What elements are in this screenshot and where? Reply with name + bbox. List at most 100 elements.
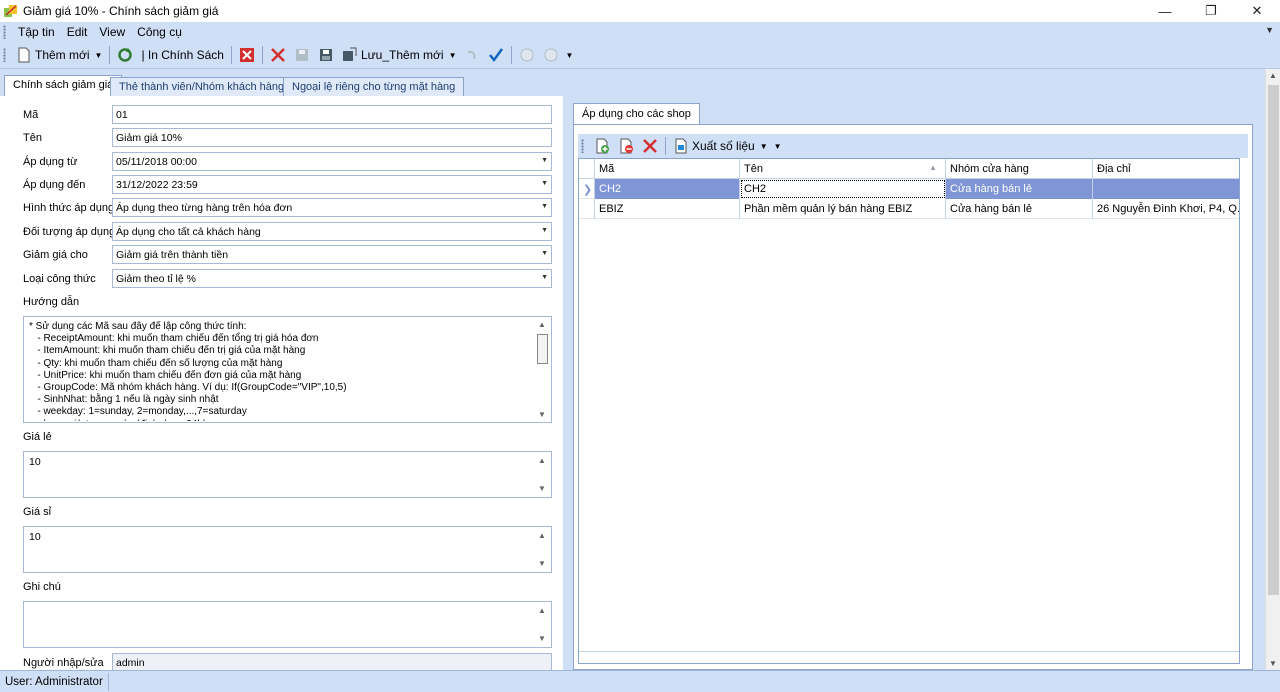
ap-dung-den-picker[interactable]: 31/12/2022 23:59 ▼ — [112, 175, 552, 194]
chevron-down-icon[interactable]: ▼ — [541, 274, 548, 281]
new-button[interactable]: Thêm mới ▼ — [12, 44, 106, 66]
menu-view[interactable]: View — [93, 25, 131, 39]
menu-tap-tin[interactable]: Tập tin — [12, 25, 61, 39]
cell-nhom[interactable]: Cửa hàng bán lẻ — [946, 179, 1093, 199]
minimize-button[interactable]: — — [1142, 0, 1188, 22]
export-button[interactable]: Xuất số liệu ▼ — [669, 135, 772, 157]
scroll-down-icon[interactable]: ▼ — [538, 410, 546, 419]
chevron-down-icon[interactable]: ▼ — [541, 157, 548, 164]
gia-si-scrollbar[interactable]: ▲ ▼ — [534, 527, 551, 572]
chevron-down-icon[interactable]: ▼ — [541, 250, 548, 257]
grid-toolbar-overflow-icon[interactable]: ▼ — [774, 142, 782, 151]
scroll-up-icon[interactable]: ▲ — [538, 456, 546, 465]
status-user: User: Administrator — [0, 672, 109, 691]
save-button[interactable] — [290, 44, 314, 66]
menu-bar: Tập tin Edit View Công cụ ▼ — [0, 22, 1280, 42]
doi-tuong-label: Đối tượng áp dụng — [23, 226, 116, 238]
chevron-down-icon[interactable]: ▼ — [541, 227, 548, 234]
cell-nhom[interactable]: Cửa hàng bán lẻ — [946, 199, 1093, 219]
cell-dia-chi[interactable]: 26 Nguyễn Đình Khơi, P4, Q.... — [1093, 199, 1239, 219]
column-header-ma[interactable]: Mã — [595, 159, 740, 179]
next-button[interactable] — [539, 44, 563, 66]
save-close-button[interactable] — [314, 44, 338, 66]
tab-ngoai-le[interactable]: Ngoại lệ riêng cho từng mặt hàng — [283, 77, 465, 96]
menu-grip[interactable] — [3, 25, 6, 39]
policy-form: Mã 01 Tên Giảm giá 10% Áp dụng từ 05/11/… — [0, 96, 563, 672]
ghi-chu-textarea[interactable]: ▲ ▼ — [23, 601, 552, 648]
undo-button[interactable] — [460, 44, 484, 66]
tab-chinh-sach[interactable]: Chính sách giảm giá — [4, 75, 123, 97]
giam-gia-cho-value: Giảm giá trên thành tiền — [116, 249, 229, 261]
new-dropdown-icon[interactable]: ▼ — [95, 51, 103, 60]
close-box-icon — [239, 48, 254, 62]
gia-le-textarea[interactable]: 10 ▲ ▼ — [23, 451, 552, 498]
restore-button[interactable]: ❐ — [1188, 0, 1234, 22]
ghi-chu-scrollbar[interactable]: ▲ ▼ — [534, 602, 551, 647]
scroll-up-icon[interactable]: ▲ — [538, 606, 546, 615]
gia-si-textarea[interactable]: 10 ▲ ▼ — [23, 526, 552, 573]
column-header-nhom[interactable]: Nhóm cửa hàng — [946, 159, 1093, 179]
hinh-thuc-select[interactable]: Áp dụng theo từng hàng trên hóa đơn ▼ — [112, 198, 552, 217]
toolbar-grip[interactable] — [3, 48, 6, 62]
giam-gia-cho-select[interactable]: Giảm giá trên thành tiền ▼ — [112, 245, 552, 264]
main-vertical-scrollbar[interactable]: ▲ ▼ — [1265, 69, 1280, 670]
ten-input[interactable]: Giảm giá 10% — [112, 128, 552, 147]
sort-ascending-icon: ▲ — [929, 163, 937, 172]
save-new-dropdown-icon[interactable]: ▼ — [449, 51, 457, 60]
check-button[interactable] — [484, 44, 508, 66]
scroll-up-icon[interactable]: ▲ — [1269, 71, 1277, 80]
tab-the-thanh-vien[interactable]: Thẻ thành viên/Nhóm khách hàng — [110, 77, 294, 96]
delete-shop-button[interactable] — [638, 135, 662, 157]
scroll-down-icon[interactable]: ▼ — [538, 559, 546, 568]
grid-toolbar-grip[interactable] — [581, 139, 584, 153]
menu-edit[interactable]: Edit — [61, 25, 94, 39]
column-header-dia-chi[interactable]: Địa chỉ — [1093, 159, 1239, 179]
export-dropdown-icon[interactable]: ▼ — [760, 142, 768, 151]
chevron-down-icon[interactable]: ▼ — [541, 203, 548, 210]
doi-tuong-select[interactable]: Áp dụng cho tất cả khách hàng ▼ — [112, 222, 552, 241]
cancel-button[interactable] — [235, 44, 259, 66]
save-new-button[interactable]: Lưu_Thêm mới ▼ — [338, 44, 461, 66]
huong-dan-scrollbar[interactable]: ▲ ▼ — [534, 317, 551, 422]
chevron-down-icon[interactable]: ▼ — [541, 180, 548, 187]
previous-icon — [520, 48, 534, 62]
table-row[interactable]: EBIZ Phần mềm quản lý bán hàng EBIZ Cửa … — [579, 199, 1239, 219]
ma-input[interactable]: 01 — [112, 105, 552, 124]
menu-cong-cu[interactable]: Công cụ — [131, 25, 188, 39]
scroll-down-icon[interactable]: ▼ — [538, 484, 546, 493]
table-row[interactable]: ❯ CH2 CH2 Cửa hàng bán lẻ — [579, 179, 1239, 199]
column-header-ten[interactable]: Tên ▲ — [740, 159, 946, 179]
cell-dia-chi[interactable] — [1093, 179, 1239, 199]
menubar-overflow-icon[interactable]: ▼ — [1265, 25, 1274, 35]
ap-dung-tu-picker[interactable]: 05/11/2018 00:00 ▼ — [112, 152, 552, 171]
scroll-down-icon[interactable]: ▼ — [538, 634, 546, 643]
toolbar-overflow-icon[interactable]: ▼ — [565, 51, 573, 60]
scroll-thumb[interactable] — [537, 334, 548, 364]
cell-ma[interactable]: EBIZ — [595, 199, 740, 219]
new-document-icon — [18, 47, 30, 63]
title-bar: Giảm giá 10% - Chính sách giảm giá — ❐ ✕ — [0, 0, 1280, 22]
grid-header: Mã Tên ▲ Nhóm cửa hàng Địa chỉ — [579, 159, 1239, 179]
cell-ten[interactable]: Phần mềm quản lý bán hàng EBIZ — [740, 199, 946, 219]
grid-horizontal-scrollbar[interactable] — [579, 651, 1239, 663]
huong-dan-textarea[interactable]: * Sử dụng các Mã sau đây để lập công thứ… — [23, 316, 552, 423]
remove-shop-button[interactable] — [614, 135, 638, 157]
scroll-thumb[interactable] — [1268, 85, 1279, 595]
ma-label: Mã — [23, 109, 39, 121]
scroll-down-icon[interactable]: ▼ — [1269, 659, 1277, 668]
tab-ap-dung-shop[interactable]: Áp dụng cho các shop — [573, 103, 700, 125]
refresh-button[interactable] — [113, 44, 137, 66]
scroll-up-icon[interactable]: ▲ — [538, 531, 546, 540]
giam-gia-cho-label: Giảm giá cho — [23, 249, 88, 261]
previous-button[interactable] — [515, 44, 539, 66]
add-shop-button[interactable] — [590, 135, 614, 157]
delete-button[interactable] — [266, 44, 290, 66]
scroll-up-icon[interactable]: ▲ — [538, 320, 546, 329]
loai-cong-thuc-select[interactable]: Giảm theo tỉ lệ % ▼ — [112, 269, 552, 288]
export-label: Xuất số liệu — [692, 139, 755, 153]
cell-ten[interactable]: CH2 — [740, 179, 946, 199]
print-policy-button[interactable]: | In Chính Sách — [137, 44, 228, 66]
close-button[interactable]: ✕ — [1234, 0, 1280, 22]
cell-ma[interactable]: CH2 — [595, 179, 740, 199]
gia-le-scrollbar[interactable]: ▲ ▼ — [534, 452, 551, 497]
